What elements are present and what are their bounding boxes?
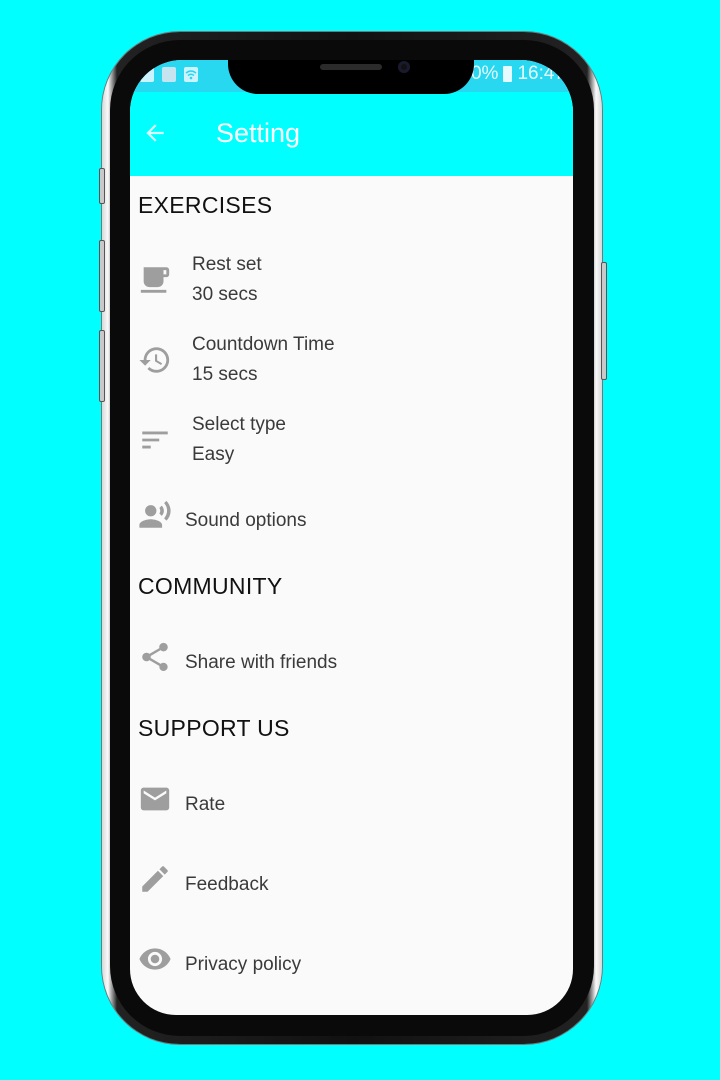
sort-lines-icon (138, 423, 172, 457)
setting-rate[interactable]: Rate (130, 770, 573, 840)
phone-power-button (601, 262, 607, 380)
arrow-left-icon (146, 124, 164, 142)
image-icon (140, 67, 154, 82)
voice-person-icon (138, 498, 172, 532)
phone-volume-down-button (99, 330, 105, 402)
section-heading-community: COMMUNITY (138, 573, 283, 599)
back-button[interactable] (142, 120, 168, 146)
app-bar: Setting (130, 92, 573, 176)
setting-value: Easy (192, 444, 235, 465)
history-clock-icon (138, 343, 172, 377)
battery-percent: 0% (470, 63, 499, 84)
mail-icon (138, 782, 172, 816)
setting-label: Rate (185, 794, 226, 815)
setting-label: Privacy policy (185, 954, 302, 975)
setting-label: Sound options (185, 510, 307, 531)
setting-value: 30 secs (192, 284, 258, 305)
pencil-icon (138, 862, 172, 896)
clock: 16:47 (517, 63, 565, 84)
section-heading-support-us: SUPPORT US (138, 715, 290, 741)
eye-icon (138, 942, 172, 976)
share-icon (138, 640, 172, 674)
setting-value: 15 secs (192, 364, 258, 385)
setting-select-type[interactable]: Select type Easy (130, 406, 573, 476)
setting-privacy-policy[interactable]: Privacy policy (130, 930, 573, 1000)
setting-label: Feedback (185, 874, 269, 895)
setting-sound-options[interactable]: Sound options (130, 486, 573, 556)
front-camera (398, 61, 410, 73)
section-heading-exercises: EXERCISES (138, 192, 273, 218)
setting-share-with-friends[interactable]: Share with friends (130, 628, 573, 698)
battery-icon (503, 66, 513, 82)
wifi-icon (184, 67, 198, 82)
phone-volume-up-button (99, 240, 105, 312)
phone-side-button (99, 168, 105, 204)
notch (228, 60, 474, 94)
avatar-icon (162, 67, 176, 82)
setting-label: Select type (192, 414, 286, 435)
coffee-cup-icon (138, 263, 172, 297)
page-title: Setting (216, 118, 301, 148)
setting-label: Countdown Time (192, 334, 335, 355)
setting-label: Rest set (192, 254, 262, 275)
setting-label: Share with friends (185, 652, 338, 673)
setting-feedback[interactable]: Feedback (130, 850, 573, 920)
setting-rest-set[interactable]: Rest set 30 secs (130, 246, 573, 316)
speaker (320, 64, 382, 70)
app-screen: 0% 16:47 Setting EXERCISES Rest set 30 s… (130, 60, 573, 1015)
setting-countdown-time[interactable]: Countdown Time 15 secs (130, 326, 573, 396)
